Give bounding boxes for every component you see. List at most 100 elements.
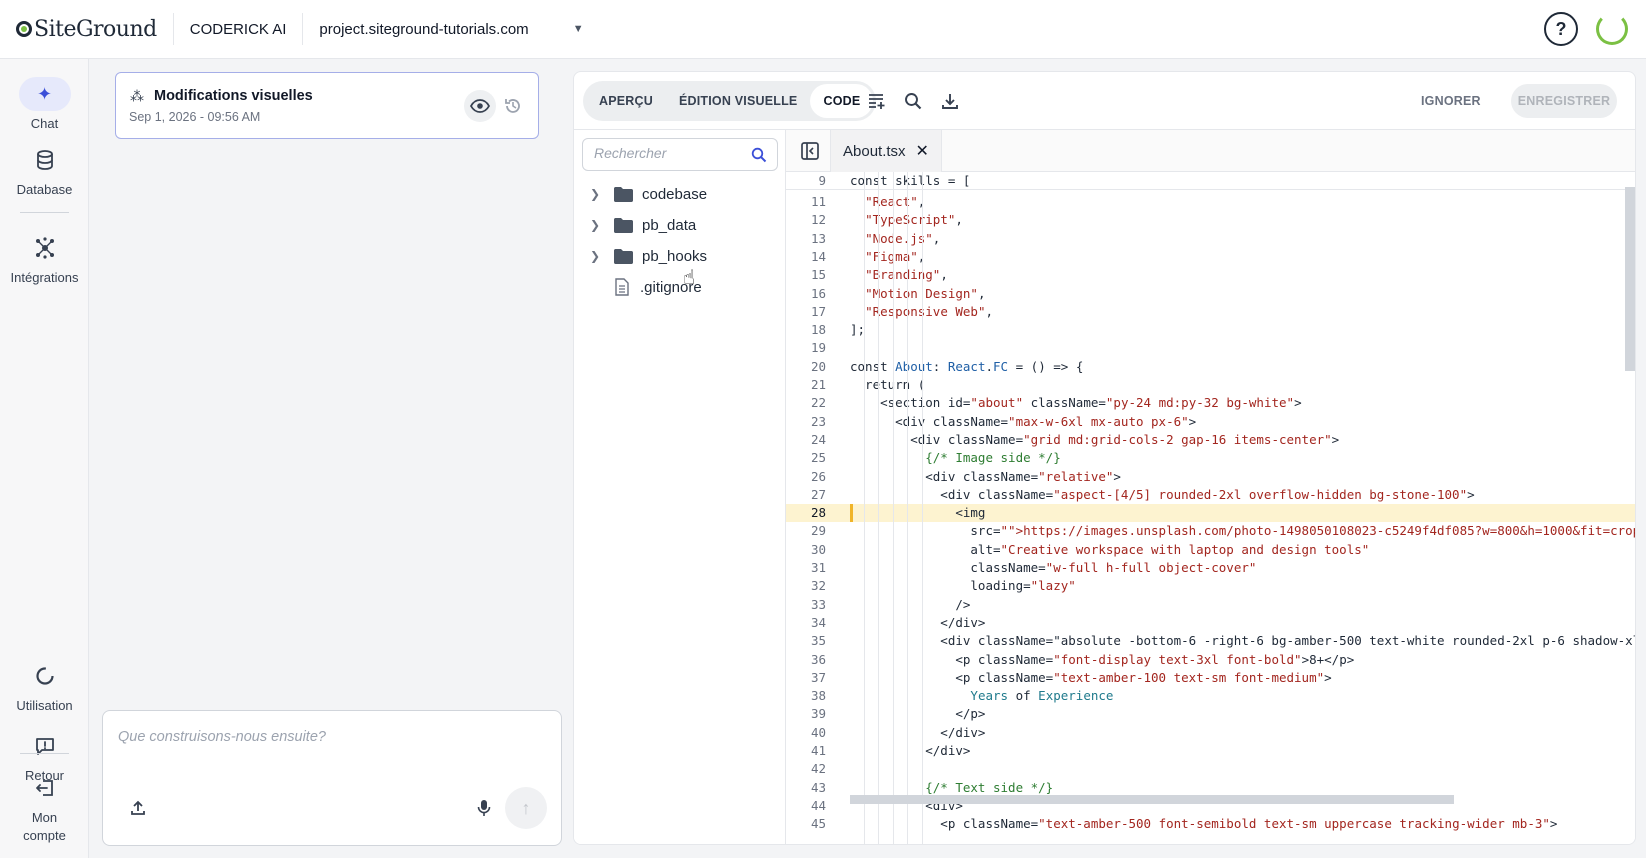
help-icon[interactable]: ? [1544,12,1578,46]
file-search [582,138,778,171]
line-code: </div> [850,724,986,740]
nav-item-label: Intégrations [10,270,79,285]
line-number: 26 [810,468,826,484]
indent-guide [878,172,879,844]
upload-button[interactable] [127,797,149,819]
save-button[interactable]: ENREGISTRER [1511,84,1617,118]
line-number: 18 [810,322,826,338]
add-file-icon[interactable] [864,89,888,113]
nav-item-label: Utilisation [16,698,73,713]
line-code: <p className="text-amber-500 font-semibo… [850,816,1558,832]
ignore-button[interactable]: IGNORER [1409,85,1493,117]
editor-toolbar: APERÇU ÉDITION VISUELLE CODE IGNORER ENR… [574,72,1635,130]
horizontal-scrollbar[interactable] [850,795,1454,804]
line-code: "Motion Design", [865,285,986,301]
left-nav: ✦ Chat Database Intégrations Utilisation… [0,59,89,858]
nav-item-integrations[interactable]: Intégrations [0,231,89,287]
file-search-input[interactable] [594,145,744,161]
nav-item-label: Mon compte [23,810,66,843]
chat-input[interactable] [118,729,538,745]
line-code: loading="lazy" [850,578,1076,594]
top-bar: SiteGround CODERICK AI project.sitegroun… [0,0,1646,59]
line-code: <div className="grid md:grid-cols-2 gap-… [850,431,1340,447]
search-icon[interactable] [901,89,925,113]
code-line: 12 "TypeScript", [786,211,1635,229]
restore-history-button[interactable] [500,93,526,119]
line-number: 43 [810,779,826,795]
line-number: 35 [810,633,826,649]
line-number: 39 [810,706,826,722]
nav-divider [20,212,69,213]
tree-folder[interactable]: ❯ pb_data [590,213,696,237]
download-icon[interactable] [938,89,962,113]
change-card[interactable]: ⁂ Modifications visuelles Sep 1, 2026 - … [115,72,539,139]
integrations-icon [19,231,71,265]
line-number: 32 [810,578,826,594]
line-number: 23 [810,413,826,429]
product-name: CODERICK AI [189,20,287,38]
tree-item-label: pb_hooks [642,247,708,265]
close-icon[interactable]: ✕ [916,141,929,161]
line-code: <div className="aspect-[4/5] rounded-2xl… [850,486,1475,502]
line-number: 37 [810,669,826,685]
nav-item-usage[interactable]: Utilisation [0,659,89,715]
line-code: /> [850,596,971,612]
indent-guide [893,172,894,844]
tree-folder[interactable]: ❯ codebase [590,182,707,206]
line-number: 45 [810,816,826,832]
line-code: const skills = [ [850,173,971,188]
line-number: 34 [810,614,826,630]
nav-divider [20,753,69,754]
line-number: 15 [810,267,826,283]
project-selector[interactable]: project.siteground-tutorials.com ▼ [319,21,583,38]
chat-composer: ↑ [102,710,562,846]
view-mode-switch: APERÇU ÉDITION VISUELLE CODE [583,81,877,121]
line-number: 19 [810,340,826,356]
indent-guide [922,172,923,844]
card-date: Sep 1, 2026 - 09:56 AM [129,110,261,124]
vertical-scrollbar[interactable] [1625,187,1635,371]
line-number: 28 [810,505,826,521]
siteground-logo[interactable]: SiteGround [16,0,157,59]
upload-icon [131,800,145,815]
nav-item-database[interactable]: Database [0,143,89,199]
tree-item-label: codebase [642,185,708,203]
search-icon[interactable] [751,147,767,163]
nav-item-account[interactable]: Mon compte [0,771,89,845]
microphone-button[interactable] [473,797,495,819]
code-line: 15 "Branding", [786,266,1635,284]
code-line: 31 className="w-full h-full object-cover… [786,559,1635,577]
line-code: const About: React.FC = () => { [850,358,1084,374]
nav-item-chat[interactable]: ✦ Chat [0,77,89,133]
logo-mark-icon [16,21,32,37]
line-number: 36 [810,651,826,667]
line-number: 24 [810,431,826,447]
line-code: "React", [865,194,925,209]
line-number: 38 [810,688,826,704]
code-line: 33 /> [786,596,1635,614]
database-icon [19,143,71,177]
line-number: 20 [810,358,826,374]
preview-eye-button[interactable] [464,90,496,122]
tab-visual-edit[interactable]: ÉDITION VISUELLE [666,84,811,118]
sidebar-toggle-icon[interactable] [800,141,820,161]
code-line: 45 <p className="text-amber-500 font-sem… [786,815,1635,833]
code-line: 23 <div className="max-w-6xl mx-auto px-… [786,413,1635,431]
chat-panel: ⁂ Modifications visuelles Sep 1, 2026 - … [89,59,563,858]
code-line: 14 "Figma", [786,248,1635,266]
code-line: 24 <div className="grid md:grid-cols-2 g… [786,431,1635,449]
send-button[interactable]: ↑ [505,787,547,829]
indent-guide [864,172,865,844]
code-line: 28 <img [786,504,1635,523]
line-number: 17 [810,303,826,319]
code-line: 19 [786,339,1635,357]
code-line: 11 "React", [786,193,1635,211]
line-code: src="">https://images.unsplash.com/photo… [850,523,1636,539]
line-number: 9 [818,173,826,188]
line-code: <p className="font-display text-3xl font… [850,651,1355,667]
file-tab[interactable]: About.tsx ✕ [830,130,942,172]
code-line: 36 <p className="font-display text-3xl f… [786,651,1635,669]
code-line: 27 <div className="aspect-[4/5] rounded-… [786,486,1635,504]
tab-preview[interactable]: APERÇU [586,84,666,118]
code-editor[interactable]: 9 const skills = [ 11 "React",12 "TypeScri… [786,172,1636,844]
